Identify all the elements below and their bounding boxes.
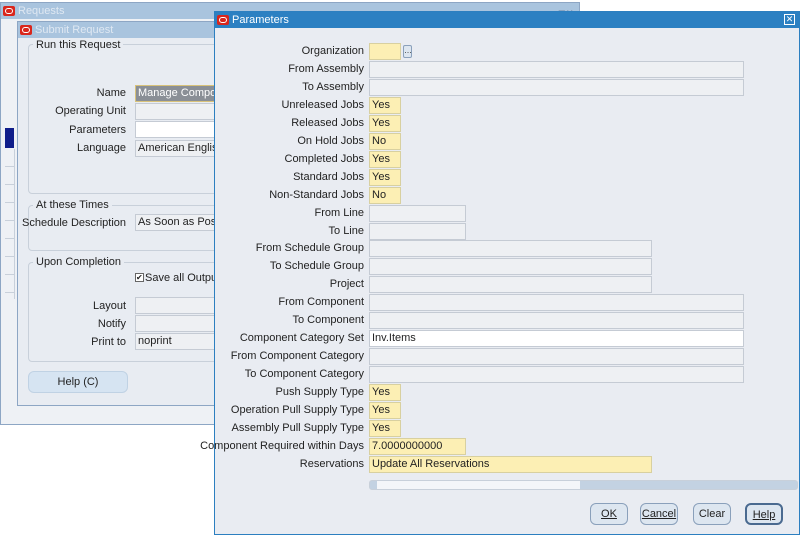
notify-field[interactable] <box>135 315 225 332</box>
param-label: Operation Pull Supply Type <box>230 404 364 416</box>
name-field[interactable]: Manage Compone <box>135 85 225 102</box>
parameters-field[interactable] <box>135 121 225 138</box>
param-label: Component Required within Days <box>200 439 364 452</box>
param-label: To Component <box>292 314 364 327</box>
ok-button[interactable]: OK <box>590 503 628 525</box>
help-button[interactable]: Help <box>745 503 783 525</box>
completion-group-title: Upon Completion <box>33 256 124 268</box>
name-label: Name <box>96 87 126 99</box>
param-label: Component Category Set <box>239 332 364 345</box>
param-label: To Assembly <box>302 80 364 93</box>
param-field[interactable] <box>369 60 744 78</box>
parameters-window: Parameters ✕ Organization … From Assembly T… <box>200 11 800 535</box>
submit-request-window: Submit Request Run this Request Name Man… <box>17 21 230 406</box>
parameters-title: Parameters <box>232 14 289 26</box>
param-label: From Line <box>314 206 364 219</box>
operating-unit-field[interactable] <box>135 103 225 120</box>
param-label: To Line <box>328 224 364 237</box>
requests-title: Requests <box>18 5 65 17</box>
param-label: From Component <box>278 296 364 309</box>
param-label: To Component Category <box>244 368 364 381</box>
param-label: Non-Standard Jobs <box>269 188 364 201</box>
parameters-label: Parameters <box>69 124 126 136</box>
requests-side-strip <box>5 128 14 148</box>
param-field[interactable]: Yes <box>369 150 401 168</box>
times-group-title: At these Times <box>33 199 112 211</box>
schedule-label: Schedule Description <box>22 217 126 229</box>
param-label: Standard Jobs <box>293 170 364 183</box>
param-field[interactable] <box>369 312 744 330</box>
requests-grid <box>5 149 15 299</box>
help-label: Help <box>752 509 776 521</box>
operating-unit-label: Operating Unit <box>55 105 126 117</box>
notify-label: Notify <box>97 318 126 330</box>
clear-label: Clear <box>698 508 726 520</box>
close-icon[interactable]: ✕ <box>784 14 795 25</box>
param-field[interactable] <box>369 258 652 276</box>
param-field[interactable]: Yes <box>369 114 401 132</box>
param-field[interactable] <box>369 366 744 384</box>
param-label: Unreleased Jobs <box>281 98 364 111</box>
submit-title-bar: Submit Request <box>18 22 216 38</box>
language-field[interactable]: American English <box>135 140 225 157</box>
param-field[interactable] <box>369 204 466 222</box>
oracle-logo-icon <box>217 15 229 25</box>
param-label: Assembly Pull Supply Type <box>231 421 364 434</box>
param-field[interactable] <box>369 294 744 312</box>
clear-button[interactable]: Clear <box>693 503 731 525</box>
param-field[interactable] <box>369 240 652 258</box>
schedule-field[interactable]: As Soon as Poss <box>135 214 225 231</box>
submit-help-button[interactable]: Help (C) <box>28 371 128 393</box>
param-field[interactable]: Yes <box>369 96 401 114</box>
param-label: Reservations <box>299 457 364 470</box>
print-to-field[interactable]: noprint <box>135 333 225 350</box>
cancel-label: Cancel <box>641 508 677 520</box>
oracle-logo-icon <box>3 6 15 16</box>
param-label: On Hold Jobs <box>297 134 364 147</box>
param-label: From Assembly <box>288 62 364 75</box>
run-group-title: Run this Request <box>33 39 124 51</box>
param-label: To Schedule Group <box>269 260 364 273</box>
param-label: From Schedule Group <box>255 242 364 255</box>
param-field[interactable] <box>369 222 466 240</box>
param-label: Organization <box>301 45 364 57</box>
save-output-checkbox[interactable]: ✔ <box>135 273 144 282</box>
param-field[interactable]: Yes <box>369 168 401 186</box>
ok-label: OK <box>601 508 617 520</box>
param-label: Project <box>329 278 364 291</box>
layout-field[interactable] <box>135 297 225 314</box>
param-field[interactable]: Update All Reservations <box>369 455 652 473</box>
param-field[interactable] <box>369 276 652 294</box>
param-field[interactable]: 7.0000000000 <box>369 437 466 455</box>
oracle-logo-icon <box>20 25 32 35</box>
param-field[interactable]: Inv.Items <box>369 330 744 348</box>
print-to-label: Print to <box>91 336 126 348</box>
submit-title: Submit Request <box>35 24 114 36</box>
param-field[interactable]: Yes <box>369 384 401 402</box>
layout-label: Layout <box>92 300 126 312</box>
param-label: Push Supply Type <box>275 386 364 399</box>
language-label: Language <box>77 142 126 154</box>
param-field[interactable]: No <box>369 132 401 150</box>
scrollbar-thumb[interactable] <box>377 481 580 489</box>
param-field[interactable]: Yes <box>369 402 401 419</box>
param-label: Released Jobs <box>291 116 364 129</box>
param-field[interactable]: No <box>369 186 401 204</box>
lov-button-icon[interactable]: … <box>403 45 412 58</box>
horizontal-scrollbar[interactable] <box>369 480 798 490</box>
param-label: Completed Jobs <box>284 152 365 165</box>
param-label: From Component Category <box>230 350 364 363</box>
param-field[interactable] <box>369 78 744 96</box>
parameters-title-bar: Parameters ✕ <box>215 12 799 28</box>
cancel-button[interactable]: Cancel <box>640 503 678 525</box>
param-field[interactable] <box>369 348 744 366</box>
param-field[interactable]: Yes <box>369 419 401 437</box>
param-field[interactable] <box>369 43 401 60</box>
